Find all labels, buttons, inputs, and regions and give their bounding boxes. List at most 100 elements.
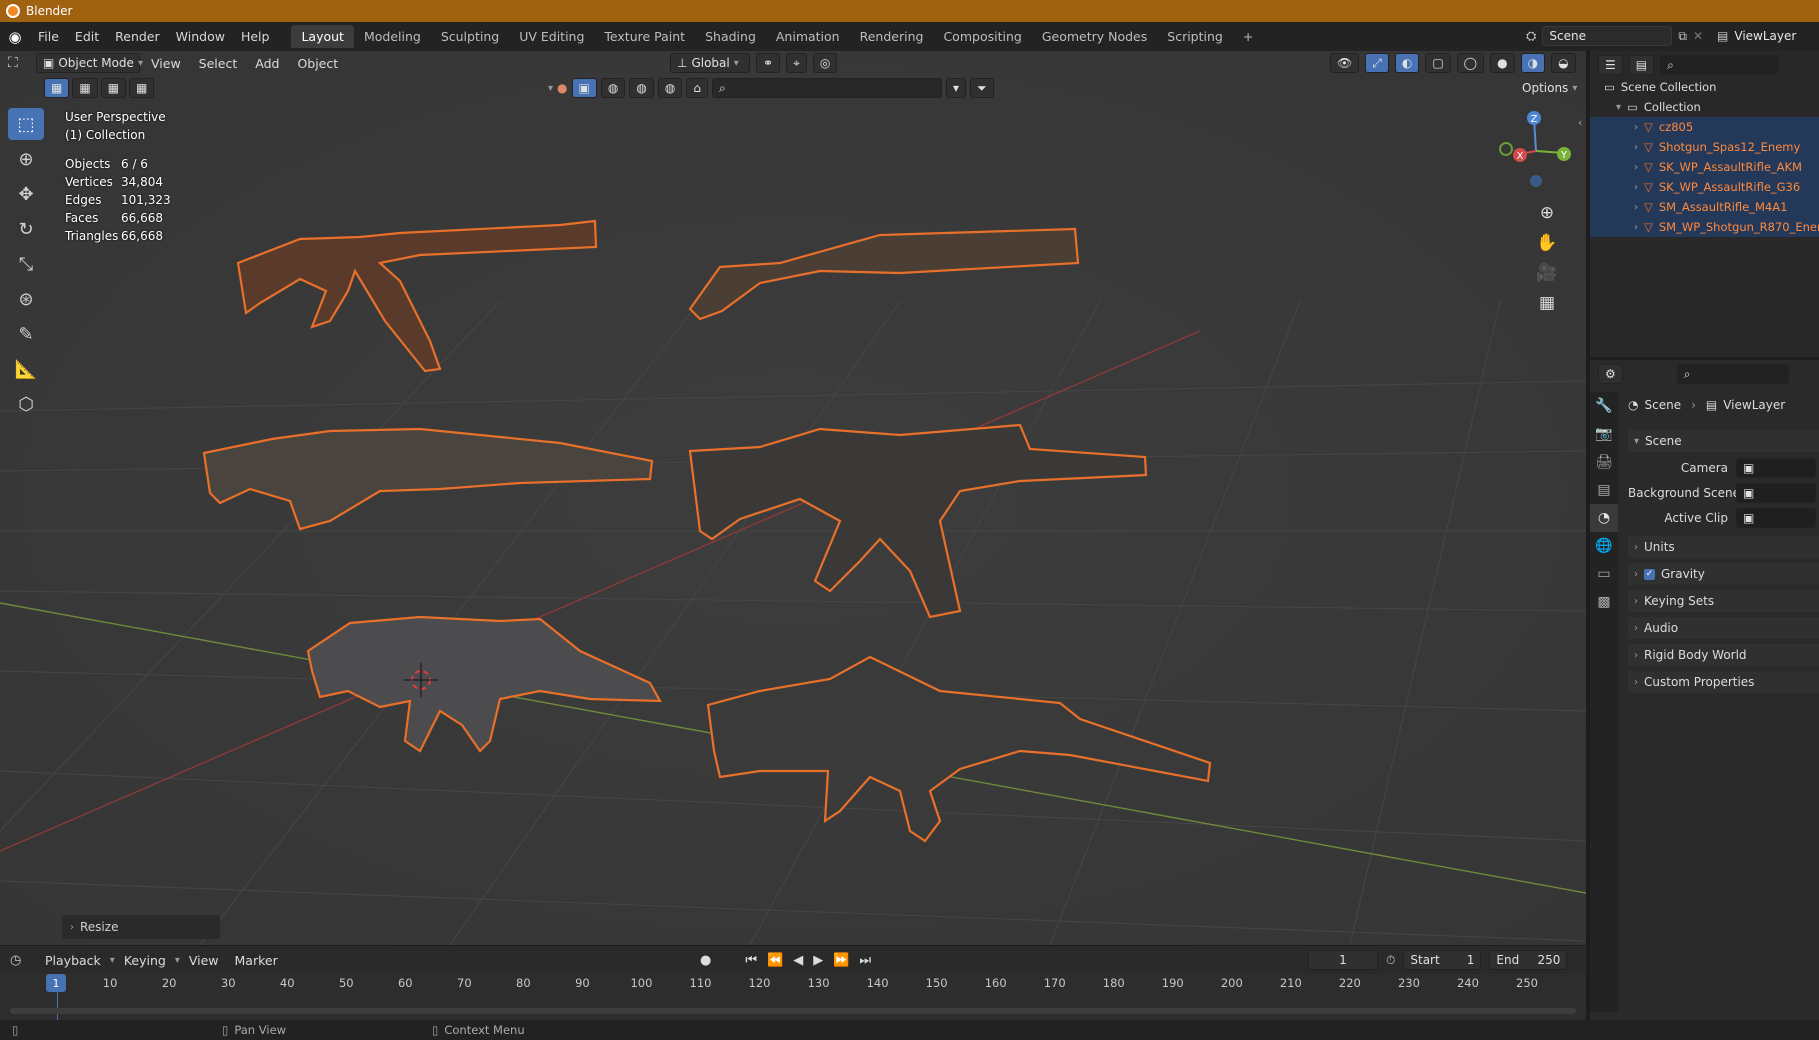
tab-sculpting[interactable]: Sculpting [431,25,509,48]
timeline-frames[interactable]: 1 10 20 30 40 50 60 70 80 90 100 110 120 130 140 150 16… [0,974,1586,1026]
outliner-object-row[interactable]: › ▽ SK_WP_AssaultRifle_G36 [1590,177,1819,197]
cursor-icon[interactable]: ⊕ [8,143,44,175]
properties-search-input[interactable]: ⌕ [1676,364,1789,384]
annotate-icon[interactable]: ✎ [8,318,44,350]
properties-editor-icon[interactable]: ⚙ [1598,364,1623,384]
outliner-object-row[interactable]: › ▽ SM_WP_Shotgun_R870_Enemy [1590,217,1819,237]
filter-empty-icon[interactable]: ◍ [657,78,683,98]
outliner-object-row[interactable]: › ▽ cz805 [1590,117,1819,137]
zoom-icon[interactable]: ⊕ [1532,198,1562,228]
shading-wireframe-icon[interactable]: ◯ [1456,53,1485,73]
gizmo-toggle-icon[interactable]: ⤢ [1365,53,1389,73]
outliner-object-row[interactable]: › ▽ Shotgun_Spas12_Enemy [1590,137,1819,157]
prev-keyframe-icon[interactable]: ⏪ [767,953,783,968]
property-panel-header[interactable]: › Units [1628,536,1819,558]
menu-edit[interactable]: Edit [67,29,107,44]
measure-icon[interactable]: 📐 [8,353,44,385]
property-panel-header[interactable]: › Keying Sets [1628,590,1819,612]
property-value-field[interactable]: ▣ [1736,508,1816,528]
view-layer-tab-icon[interactable]: ▤ [1590,476,1618,504]
timeline-marker-menu[interactable]: Marker [228,953,285,968]
viewport-menu-object[interactable]: Object [290,56,345,71]
outliner-object-row[interactable]: › ▽ SK_WP_AssaultRifle_AKM [1590,157,1819,177]
display-mode-icon[interactable]: ▤ [1628,55,1655,75]
move-icon[interactable]: ✥ [8,178,44,210]
tool-tab-icon[interactable]: 🔧 [1590,392,1618,420]
gravity-checkbox[interactable]: ✓ [1644,568,1655,580]
filter-camera-icon[interactable]: ◍ [629,78,654,98]
outliner-editor-icon[interactable]: ☰ [1598,55,1623,75]
scene-selector-icon[interactable]: ⛭ [1526,29,1536,44]
menu-help[interactable]: Help [233,29,278,44]
property-panel-header[interactable]: › Rigid Body World [1628,644,1819,666]
material-icon[interactable]: ● [557,81,567,95]
tab-uv-editing[interactable]: UV Editing [509,25,594,48]
transform-icon[interactable]: ⊛ [8,283,44,315]
viewport-menu-add[interactable]: Add [248,56,286,71]
new-scene-icon[interactable]: ⧉ [1678,29,1687,44]
filter-mesh-icon[interactable]: ▣ [571,78,597,98]
last-operator-panel[interactable]: › Resize [62,915,220,939]
timeline-editor-icon[interactable]: ◷ [10,953,36,968]
scene-tab-icon[interactable]: ◔ [1590,504,1618,532]
snap-icon[interactable]: ⌖ [786,53,807,73]
transform-orientation-dropdown[interactable]: ⊥ Global ▾ [670,53,750,73]
stopwatch-icon[interactable]: ⏱ [1386,953,1395,968]
tab-animation[interactable]: Animation [766,25,850,48]
scene-field[interactable]: Scene [1542,26,1673,46]
timeline-scrollbar[interactable] [10,1008,1576,1014]
property-value-field[interactable]: ▣ [1736,458,1816,478]
select-extend-icon[interactable]: ▦ [72,78,98,98]
tab-layout[interactable]: Layout [291,25,354,48]
object-mode-dropdown[interactable]: ▣ Object Mode ▾ [36,53,143,73]
tab-compositing[interactable]: Compositing [933,25,1031,48]
output-tab-icon[interactable]: 🖨 [1590,448,1618,476]
property-value-field[interactable]: ▣ [1736,483,1816,503]
collection-tab-icon[interactable]: ▭ [1590,560,1618,588]
scene-panel-header[interactable]: ▾ Scene [1628,430,1819,452]
proportional-editing-icon[interactable]: ◎ [812,53,838,73]
options-dropdown[interactable]: Options ▾ [1516,78,1583,98]
3d-viewport[interactable]: Z Y X [0,51,1586,945]
timeline-keying-menu[interactable]: Keying [117,953,173,968]
camera-view-icon[interactable]: 🎥 [1532,258,1562,288]
filter-other-icon[interactable]: ⌂ [686,78,708,98]
texture-tab-icon[interactable]: ▩ [1590,588,1618,616]
visibility-icon[interactable]: 👁 [1330,53,1360,73]
delete-scene-icon[interactable]: ✕ [1693,29,1703,43]
timeline-view-menu[interactable]: View [182,953,226,968]
playhead[interactable]: 1 [46,974,66,992]
start-frame-field[interactable]: Start 1 [1403,950,1482,970]
current-frame-field[interactable]: 1 [1308,950,1378,970]
tab-shading[interactable]: Shading [695,25,766,48]
property-panel-header[interactable]: › ✓ Gravity [1628,563,1819,585]
xray-icon[interactable]: ▢ [1425,53,1451,73]
record-icon[interactable]: ● [700,953,711,968]
end-frame-field[interactable]: End 250 [1489,950,1568,970]
timeline-playback-menu[interactable]: Playback [38,953,108,968]
viewport-search-input[interactable]: ⌕ [711,78,942,98]
select-subtract-icon[interactable]: ▦ [100,78,127,98]
outliner-collection[interactable]: ▾ ▭ Collection [1590,97,1701,117]
menu-window[interactable]: Window [168,29,233,44]
outliner-scene-collection[interactable]: ▭ Scene Collection [1590,77,1716,97]
filter-light-icon[interactable]: ◍ [600,78,626,98]
tab-geometry-nodes[interactable]: Geometry Nodes [1032,25,1157,48]
play-icon[interactable]: ▶ [813,953,823,968]
select-box-icon[interactable]: ⬚ [8,108,44,140]
tab-texture-paint[interactable]: Texture Paint [594,25,695,48]
blender-menu-icon[interactable]: ◉ [0,28,30,46]
scale-icon[interactable]: ⤡ [8,248,44,280]
tab-rendering[interactable]: Rendering [850,25,934,48]
tab-modeling[interactable]: Modeling [354,25,431,48]
render-tab-icon[interactable]: 📷 [1590,420,1618,448]
shading-material-icon[interactable]: ◑ [1520,53,1546,73]
tab-scripting[interactable]: Scripting [1157,25,1233,48]
property-panel-header[interactable]: › Custom Properties [1628,671,1819,693]
filter-icon[interactable]: ⏷ [969,78,994,98]
select-new-icon[interactable]: ▦ [44,78,70,98]
select-invert-icon[interactable]: ▦ [129,78,155,98]
jump-start-icon[interactable]: ⏮ [745,953,757,968]
play-reverse-icon[interactable]: ◀ [793,953,803,968]
add-cube-icon[interactable]: ⬡ [8,388,44,420]
